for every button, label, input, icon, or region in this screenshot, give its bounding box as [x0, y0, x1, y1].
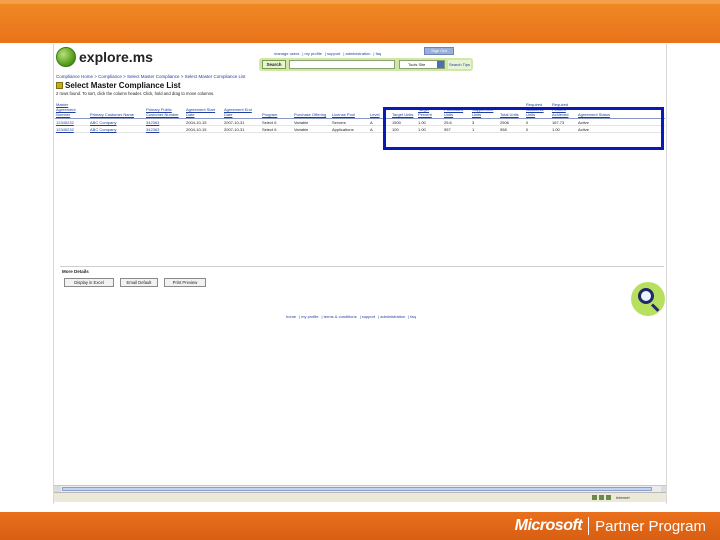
footer-link-terms[interactable]: terms & conditions: [324, 314, 357, 319]
col-header[interactable]: Program: [261, 102, 293, 119]
cell-customer-number[interactable]: 342363: [145, 125, 185, 133]
logo-text: explore.ms: [79, 49, 153, 65]
microsoft-wordmark: Microsoft: [514, 517, 583, 534]
signout-button[interactable]: Sign Out: [424, 47, 454, 55]
search-button[interactable]: Search: [262, 60, 286, 69]
scope-value: Tools Site: [408, 62, 426, 67]
footer-link-faq[interactable]: faq: [410, 314, 416, 319]
page-title: Select Master Compliance List: [65, 81, 181, 90]
search-scope-select[interactable]: Tools Site: [399, 60, 445, 69]
top-links: manage users | my profile | support | admin…: [274, 51, 382, 56]
cell-agreement-number[interactable]: 12345232: [55, 125, 89, 133]
col-header[interactable]: Agreement Start Date: [185, 102, 223, 119]
link-faq[interactable]: faq: [376, 51, 382, 56]
globe-logo-icon: [56, 47, 76, 67]
slide-bottom-band: Microsoft Partner Program: [0, 512, 720, 540]
magnifier-handle: [650, 303, 660, 312]
cell: Variable: [293, 118, 331, 126]
col-header[interactable]: Primary Public Customer Number: [145, 102, 185, 119]
zone-label: Internet: [616, 495, 630, 500]
highlight-box: [383, 107, 664, 150]
email-default-button[interactable]: Email Default: [120, 278, 158, 287]
breadcrumb[interactable]: Compliance Home > Compliance > Select Ma…: [56, 74, 245, 79]
cell: Select 6: [261, 118, 293, 126]
col-header[interactable]: License Pool: [331, 102, 369, 119]
link-support[interactable]: support: [327, 51, 340, 56]
list-icon: [56, 82, 63, 89]
cell: Servers: [331, 118, 369, 126]
search-input[interactable]: [289, 60, 395, 69]
result-info: 2 rows found. To sort, click the column …: [56, 91, 215, 96]
browser-screenshot: explore.ms manage users | my profile | sup…: [53, 44, 667, 504]
display-in-excel-button[interactable]: Display in Excel: [64, 278, 114, 287]
magnifier-icon[interactable]: [631, 282, 665, 316]
lock-icon: [592, 495, 597, 500]
search-bar: Search Tools Site Search Tips: [259, 58, 473, 71]
col-header[interactable]: Purchase Offering: [293, 102, 331, 119]
magnifier-lens: [638, 288, 654, 304]
cell-customer-name[interactable]: ABC Company: [89, 118, 145, 126]
scrollbar-thumb[interactable]: [62, 487, 652, 491]
col-header[interactable]: Primary Customer Name: [89, 102, 145, 119]
link-my-profile[interactable]: my profile: [305, 51, 322, 56]
print-preview-button[interactable]: Print Preview: [164, 278, 206, 287]
col-header[interactable]: Agreement End Date: [223, 102, 261, 119]
slide-top-band: [0, 0, 720, 43]
footer-link-home[interactable]: home: [286, 314, 296, 319]
site-header: explore.ms manage users | my profile | sup…: [54, 44, 666, 74]
page-title-row: Select Master Compliance List: [56, 81, 181, 90]
footer-link-support[interactable]: support: [362, 314, 375, 319]
globe-icon: [606, 495, 611, 500]
more-details-panel: More Details Display in Excel Email Defa…: [60, 266, 664, 290]
cell-agreement-number[interactable]: 12345232: [55, 118, 89, 126]
partner-program-label: Partner Program: [595, 517, 706, 535]
cell: 2007-10-31: [223, 118, 261, 126]
footer-link-administration[interactable]: administration: [380, 314, 405, 319]
link-manage-users[interactable]: manage users: [274, 51, 299, 56]
horizontal-scrollbar[interactable]: [54, 485, 666, 492]
footer-links: home | my profile | terms & conditions | su…: [286, 314, 416, 319]
cell-customer-name[interactable]: ABC Company: [89, 125, 145, 133]
cell: Applications: [331, 125, 369, 133]
search-tips-link[interactable]: Search Tips: [448, 60, 471, 69]
site-logo[interactable]: explore.ms: [56, 47, 153, 67]
footer-link-my-profile[interactable]: my profile: [301, 314, 318, 319]
cell: 2004-10-15: [185, 125, 223, 133]
status-icons: [592, 495, 613, 500]
cell: 2007-10-31: [223, 125, 261, 133]
microsoft-partner-logo: Microsoft Partner Program: [515, 516, 706, 536]
popup-blocker-icon: [599, 495, 604, 500]
cell-customer-number[interactable]: 342363: [145, 118, 185, 126]
cell: 2004-10-15: [185, 118, 223, 126]
more-details-label: More Details: [62, 269, 89, 274]
link-administration[interactable]: administration: [346, 51, 371, 56]
cell: Select 6: [261, 125, 293, 133]
logo-divider: [588, 517, 590, 535]
status-bar: Internet: [54, 492, 666, 502]
col-header[interactable]: Master Agreement Number: [55, 102, 89, 119]
top-band-stripe: [0, 0, 720, 4]
chevron-down-icon: [437, 61, 444, 68]
cell: Variable: [293, 125, 331, 133]
